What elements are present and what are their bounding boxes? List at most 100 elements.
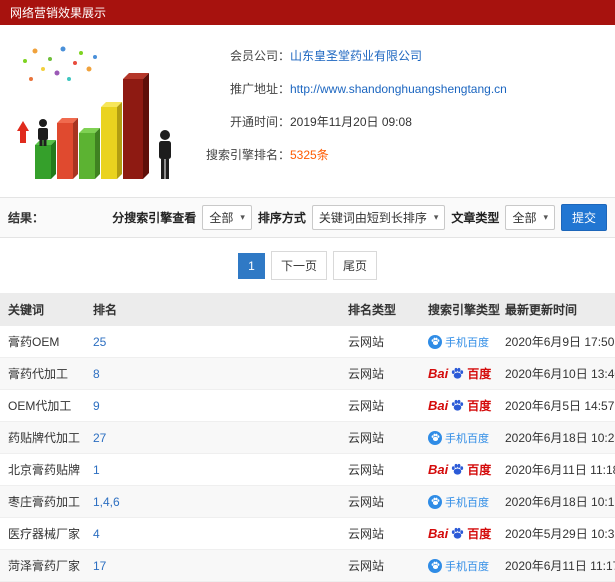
column-header: 搜索引擎类型 [420, 293, 500, 326]
engine-filter-select[interactable]: 全部 ▾ [202, 205, 252, 230]
rank-type-cell: 云网站 [340, 549, 420, 582]
updated-cell: 2020年5月29日 10:32 [497, 517, 615, 550]
rank-link[interactable]: 9 [93, 399, 100, 413]
baidu-paw-icon [452, 463, 464, 475]
engine-label: 手机百度 [445, 432, 489, 445]
3d-bars [35, 73, 149, 179]
result-label: 结果： [8, 211, 45, 225]
member-info-list: 会员公司： 山东皇圣堂药业有限公司 推广地址： http://www.shand… [190, 31, 615, 189]
updated-cell: 2020年6月11日 11:18 [497, 453, 615, 486]
updated-cell: 2020年6月5日 14:57 [497, 389, 615, 422]
engine-label: 百度 [467, 527, 492, 541]
baidu-paw-icon [431, 497, 439, 506]
engine-cell: Bai 百度 [420, 453, 497, 486]
updated-cell: 2020年6月18日 10:25 [497, 421, 615, 454]
column-header: 关键词 [0, 293, 85, 326]
pagination: 1 下一页 尾页 [0, 251, 615, 280]
submit-button[interactable]: 提交 [560, 204, 607, 231]
sort-select[interactable]: 关键词由短到长排序 ▾ [311, 205, 446, 230]
baidu-logo-latin: Bai [428, 366, 449, 381]
engine-label: 手机百度 [445, 336, 489, 349]
baidu-paw-icon [452, 367, 464, 379]
info-row-company: 会员公司： 山东皇圣堂药业有限公司 [190, 39, 615, 72]
filter-controls: 分搜索引擎查看 全部 ▾ 排序方式 关键词由短到长排序 ▾ 文章类型 全部 ▾ … [112, 204, 607, 231]
rank-type-cell: 云网站 [340, 517, 420, 550]
engine-cell: 手机百度 [420, 421, 497, 454]
engine-label: 百度 [467, 463, 492, 477]
marketing-chart-illustration [0, 31, 190, 189]
mobile-baidu-icon [428, 494, 442, 509]
updated-cell: 2020年6月9日 17:50 [497, 326, 615, 358]
rank-link[interactable]: 17 [93, 559, 106, 573]
company-label: 会员公司： [229, 49, 290, 63]
engine-label: 百度 [467, 367, 492, 381]
mobile-baidu-icon [428, 430, 442, 445]
last-page-button[interactable]: 尾页 [333, 251, 378, 280]
baidu-paw-icon [452, 399, 464, 411]
updated-cell: 2020年6月11日 11:17 [497, 549, 615, 582]
mobile-baidu-badge: 手机百度 [428, 558, 489, 574]
baidu-logo: Bai 百度 [428, 461, 491, 478]
confetti-dots [23, 46, 97, 81]
table-row: 北京膏药贴牌 1 云网站 Bai 百度 2020年6月11日 11:18 [0, 453, 615, 486]
engine-label: 百度 [467, 399, 492, 413]
rank-type-cell: 云网站 [340, 357, 420, 390]
rank-link[interactable]: 1,4,6 [93, 495, 120, 509]
rank-count-value: 5325条 [290, 148, 329, 162]
next-page-button[interactable]: 下一页 [270, 251, 327, 280]
rank-cell: 9 [85, 389, 340, 422]
mobile-baidu-icon [428, 334, 442, 349]
info-row-open-time: 开通时间： 2019年11月20日 09:08 [190, 105, 615, 138]
engine-cell: Bai 百度 [420, 389, 497, 422]
engine-label: 手机百度 [445, 560, 489, 573]
rank-type-cell: 云网站 [340, 421, 420, 454]
keyword-cell: OEM代加工 [0, 389, 85, 422]
rank-link[interactable]: 8 [93, 367, 100, 381]
mobile-baidu-icon [428, 558, 442, 573]
promo-url-link[interactable]: http://www.shandonghuangshengtang.cn [290, 82, 507, 96]
baidu-logo-latin: Bai [428, 398, 449, 413]
rank-cell: 1,4,6 [85, 485, 340, 518]
table-row: 菏泽膏药厂家 17 云网站 手机百度 2020年6月11日 11:17 [0, 549, 615, 582]
column-header: 最新更新时间 [497, 293, 615, 326]
chevron-down-icon: ▾ [543, 212, 548, 222]
company-link[interactable]: 山东皇圣堂药业有限公司 [290, 49, 422, 63]
keyword-cell: 医疗器械厂家 [0, 517, 85, 550]
table-row: 医疗器械厂家 4 云网站 Bai 百度 2020年5月29日 10:32 [0, 517, 615, 550]
info-row-rank-count: 搜索引擎排名： 5325条 [190, 138, 615, 171]
rank-count-label: 搜索引擎排名： [205, 148, 290, 162]
table-row: 膏药OEM 25 云网站 手机百度 2020年6月9日 17:50 [0, 326, 615, 358]
engine-cell: Bai 百度 [420, 517, 497, 550]
column-header: 排名 [85, 293, 340, 326]
updated-cell: 2020年6月18日 10:19 [497, 485, 615, 518]
engine-cell: 手机百度 [420, 485, 497, 518]
engine-label: 手机百度 [445, 496, 489, 509]
rank-link[interactable]: 25 [93, 335, 106, 349]
growth-arrow-icon [17, 121, 29, 143]
current-page-button[interactable]: 1 [237, 252, 265, 279]
sort-label: 排序方式 [257, 211, 306, 225]
article-type-select[interactable]: 全部 ▾ [505, 205, 555, 230]
baidu-paw-icon [431, 561, 439, 570]
mobile-baidu-badge: 手机百度 [428, 334, 489, 350]
rank-type-cell: 云网站 [340, 453, 420, 486]
chevron-down-icon: ▾ [240, 212, 245, 222]
baidu-logo-latin: Bai [428, 462, 449, 477]
baidu-logo: Bai 百度 [428, 525, 491, 542]
rank-cell: 1 [85, 453, 340, 486]
keyword-cell: 药贴牌代加工 [0, 421, 85, 454]
rank-link[interactable]: 27 [93, 431, 106, 445]
table-row: 枣庄膏药加工 1,4,6 云网站 手机百度 2020年6月18日 10:19 [0, 485, 615, 518]
rank-type-cell: 云网站 [340, 326, 420, 358]
rank-link[interactable]: 1 [93, 463, 100, 477]
results-table-body: 膏药OEM 25 云网站 手机百度 2020年6月9日 17:50 膏药代加工 8 云网站 Ba… [0, 326, 615, 582]
open-time-label: 开通时间： [229, 115, 290, 129]
engine-filter-label: 分搜索引擎查看 [112, 211, 197, 225]
table-row: 膏药代加工 8 云网站 Bai 百度 2020年6月10日 13:40 [0, 357, 615, 390]
column-header: 排名类型 [340, 293, 420, 326]
info-row-url: 推广地址： http://www.shandonghuangshengtang.… [190, 72, 615, 105]
keyword-cell: 菏泽膏药厂家 [0, 549, 85, 582]
article-type-selected-value: 全部 [512, 211, 537, 225]
rank-link[interactable]: 4 [93, 527, 100, 541]
promo-url-label: 推广地址： [229, 82, 290, 96]
